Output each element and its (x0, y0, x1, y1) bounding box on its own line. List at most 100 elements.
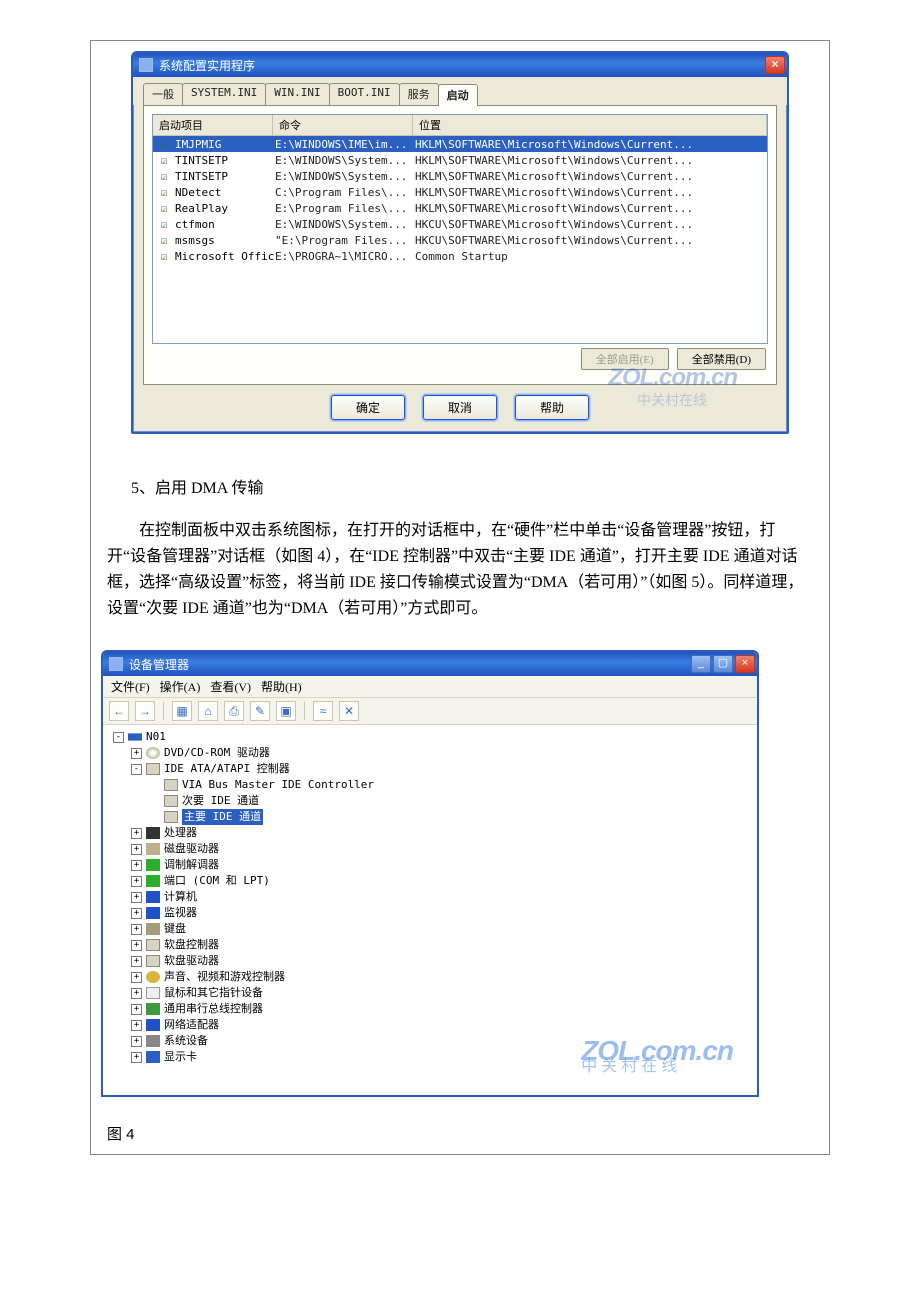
help-button[interactable]: 帮助 (515, 395, 589, 420)
tab-systemini[interactable]: SYSTEM.INI (182, 83, 266, 105)
tree-node[interactable]: +键盘 (131, 921, 751, 937)
toolbar-button[interactable]: ✎ (250, 701, 270, 721)
tab-winini[interactable]: WIN.INI (265, 83, 329, 105)
col-item[interactable]: 启动项目 (153, 115, 273, 135)
startup-cmd: "E:\Program Files... (275, 234, 415, 247)
expand-icon[interactable]: + (131, 924, 142, 935)
tree-node[interactable]: +磁盘驱动器 (131, 841, 751, 857)
expand-icon[interactable]: + (131, 1052, 142, 1063)
toolbar-button[interactable]: ▦ (172, 701, 192, 721)
checkbox-icon[interactable]: ☑ (157, 138, 171, 151)
col-loc[interactable]: 位置 (413, 115, 767, 135)
tree-node[interactable]: +系统设备 (131, 1033, 751, 1049)
tree-node[interactable]: -N01 (113, 729, 751, 745)
tree-node[interactable]: +调制解调器 (131, 857, 751, 873)
toolbar-button[interactable]: ▣ (276, 701, 296, 721)
toolbar-button[interactable]: ← (109, 701, 129, 721)
close-icon[interactable]: × (735, 655, 755, 673)
checkbox-icon[interactable]: ☑ (157, 234, 171, 247)
menu-action[interactable]: 操作(A) (160, 678, 201, 695)
tab-bootini[interactable]: BOOT.INI (329, 83, 400, 105)
tab-startup[interactable]: 启动 (438, 84, 478, 106)
msconfig-titlebar[interactable]: 系统配置实用程序 × (133, 53, 787, 77)
expand-icon[interactable]: + (131, 876, 142, 887)
expand-icon[interactable]: + (131, 972, 142, 983)
tab-general[interactable]: 一般 (143, 83, 183, 105)
expand-icon[interactable]: + (131, 908, 142, 919)
tree-node[interactable]: +鼠标和其它指针设备 (131, 985, 751, 1001)
tree-node[interactable]: + 计算机 (131, 889, 751, 905)
tree-node[interactable]: + 显示卡 (131, 1049, 751, 1065)
cancel-button[interactable]: 取消 (423, 395, 497, 420)
startup-row[interactable]: ☑TINTSETPE:\WINDOWS\System...HKLM\SOFTWA… (153, 168, 767, 184)
expand-icon[interactable]: + (131, 1020, 142, 1031)
tree-node[interactable]: +网络适配器 (131, 1017, 751, 1033)
checkbox-icon[interactable]: ☑ (157, 186, 171, 199)
tree-node[interactable]: +处理器 (131, 825, 751, 841)
section-heading: 5、启用 DMA 传输 (91, 460, 829, 512)
node-label: 计算机 (164, 889, 197, 905)
startup-loc: HKLM\SOFTWARE\Microsoft\Windows\Current.… (415, 186, 767, 199)
body-paragraph: 在控制面板中双击系统图标，在打开的对话框中，在“硬件”栏中单击“设备管理器”按钮… (91, 512, 829, 632)
expand-icon[interactable]: + (131, 892, 142, 903)
checkbox-icon[interactable]: ☑ (157, 202, 171, 215)
startup-row[interactable]: ☑IMJPMIGE:\WINDOWS\IME\im...HKLM\SOFTWAR… (153, 136, 767, 152)
toolbar-button[interactable]: ✕ (339, 701, 359, 721)
node-label: 显示卡 (164, 1049, 197, 1065)
tree-node[interactable]: +端口 (COM 和 LPT) (131, 873, 751, 889)
expand-icon[interactable]: - (131, 764, 142, 775)
menu-help[interactable]: 帮助(H) (261, 678, 302, 695)
expand-icon[interactable]: + (131, 1004, 142, 1015)
checkbox-icon[interactable]: ☑ (157, 170, 171, 183)
startup-cmd: E:\WINDOWS\IME\im... (275, 138, 415, 151)
expand-icon[interactable]: + (131, 1036, 142, 1047)
tree-node[interactable]: +DVD/CD-ROM 驱动器 (131, 745, 751, 761)
device-tree[interactable]: -N01+DVD/CD-ROM 驱动器-IDE ATA/ATAPI 控制器VIA… (103, 725, 757, 1095)
expand-icon[interactable]: + (131, 860, 142, 871)
figure-caption: 图 4 (91, 1103, 829, 1154)
col-cmd[interactable]: 命令 (273, 115, 413, 135)
toolbar-button[interactable]: ⎙ (224, 701, 244, 721)
startup-row[interactable]: ☑msmsgs"E:\Program Files...HKCU\SOFTWARE… (153, 232, 767, 248)
node-icon (146, 955, 160, 967)
minimize-icon[interactable]: _ (691, 655, 711, 673)
expand-icon[interactable]: + (131, 828, 142, 839)
expand-icon[interactable]: + (131, 844, 142, 855)
expand-icon[interactable]: + (131, 988, 142, 999)
startup-row[interactable]: ☑Microsoft OfficeE:\PROGRA~1\MICRO...Com… (153, 248, 767, 264)
enable-all-button[interactable]: 全部启用(E) (581, 348, 669, 370)
tree-node[interactable]: +声音、视频和游戏控制器 (131, 969, 751, 985)
tree-node[interactable]: -IDE ATA/ATAPI 控制器 (131, 761, 751, 777)
close-icon[interactable]: × (765, 56, 785, 74)
expand-icon[interactable]: + (131, 748, 142, 759)
checkbox-icon[interactable]: ☑ (157, 154, 171, 167)
toolbar-button[interactable]: ⌂ (198, 701, 218, 721)
startup-row[interactable]: ☑TINTSETPE:\WINDOWS\System...HKLM\SOFTWA… (153, 152, 767, 168)
startup-cmd: E:\PROGRA~1\MICRO... (275, 250, 415, 263)
tree-node[interactable]: 次要 IDE 通道 (149, 793, 751, 809)
toolbar-button[interactable]: ≈ (313, 701, 333, 721)
startup-row[interactable]: ☑NDetectC:\Program Files\...HKLM\SOFTWAR… (153, 184, 767, 200)
tab-services[interactable]: 服务 (399, 83, 439, 105)
startup-list[interactable]: 启动项目 命令 位置 ☑IMJPMIGE:\WINDOWS\IME\im...H… (152, 114, 768, 344)
tree-node[interactable]: +监视器 (131, 905, 751, 921)
toolbar-button[interactable]: → (135, 701, 155, 721)
expand-icon[interactable]: - (113, 732, 124, 743)
expand-icon[interactable]: + (131, 956, 142, 967)
tree-node[interactable]: +软盘驱动器 (131, 953, 751, 969)
tree-node[interactable]: +软盘控制器 (131, 937, 751, 953)
checkbox-icon[interactable]: ☑ (157, 218, 171, 231)
menu-file[interactable]: 文件(F) (111, 678, 150, 695)
startup-row[interactable]: ☑RealPlayE:\Program Files\...HKLM\SOFTWA… (153, 200, 767, 216)
maximize-icon[interactable]: ▢ (713, 655, 733, 673)
startup-row[interactable]: ☑ctfmonE:\WINDOWS\System...HKCU\SOFTWARE… (153, 216, 767, 232)
tree-node[interactable]: VIA Bus Master IDE Controller (149, 777, 751, 793)
devmgr-titlebar[interactable]: 设备管理器 _ ▢ × (103, 652, 757, 676)
tree-node[interactable]: +通用串行总线控制器 (131, 1001, 751, 1017)
menu-view[interactable]: 查看(V) (210, 678, 251, 695)
expand-icon[interactable]: + (131, 940, 142, 951)
disable-all-button[interactable]: 全部禁用(D) (677, 348, 766, 370)
checkbox-icon[interactable]: ☑ (157, 250, 171, 263)
tree-node[interactable]: 主要 IDE 通道 (149, 809, 751, 825)
ok-button[interactable]: 确定 (331, 395, 405, 420)
